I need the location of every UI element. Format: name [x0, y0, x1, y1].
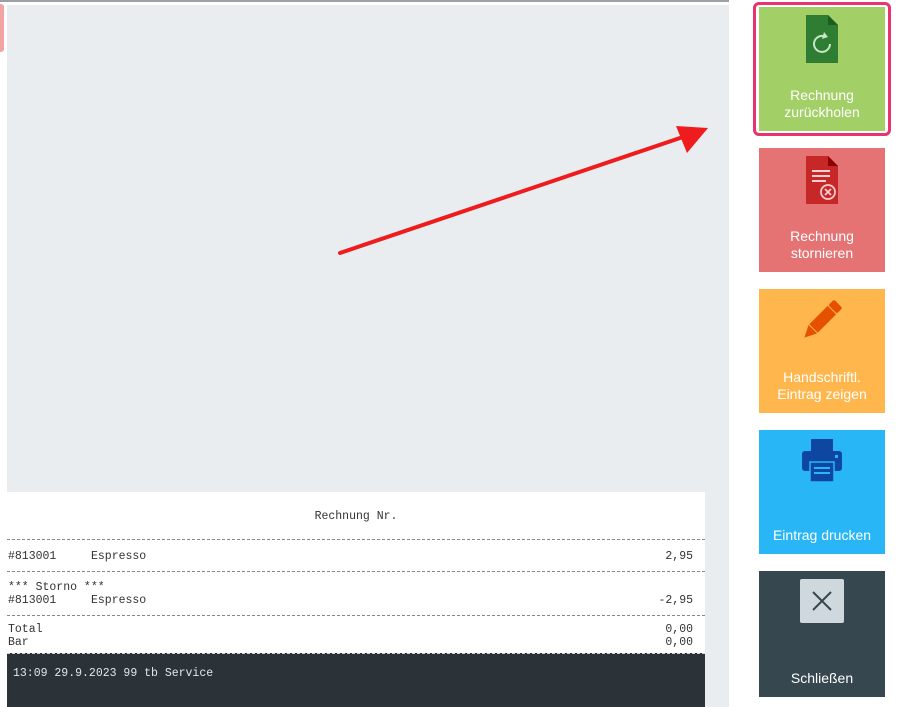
document-cancel-icon: [806, 156, 838, 204]
label-line: Rechnung: [790, 228, 854, 244]
label-line: Eintrag zeigen: [777, 386, 867, 402]
label-line: Handschriftl.: [783, 369, 861, 385]
recall-invoice-button[interactable]: Rechnung zurückholen: [759, 7, 885, 131]
document-recall-icon: [806, 15, 838, 63]
label-line: stornieren: [790, 245, 854, 261]
printer-icon: [802, 439, 842, 483]
show-handwritten-entry-button[interactable]: Handschriftl. Eintrag zeigen: [759, 289, 885, 413]
print-label: Eintrag drucken: [772, 527, 872, 543]
cancel-invoice-button[interactable]: Rechnung stornieren: [759, 148, 885, 272]
label-line: zurückholen: [784, 104, 860, 120]
print-entry-button[interactable]: Eintrag drucken: [759, 430, 885, 554]
label-line: Rechnung: [790, 87, 854, 103]
handwritten-label: Handschriftl. Eintrag zeigen: [759, 369, 885, 403]
close-label: Schließen: [790, 670, 854, 686]
recall-label: Rechnung zurückholen: [759, 87, 885, 121]
pencil-icon: [804, 300, 842, 338]
close-icon: [800, 579, 844, 623]
cancel-label: Rechnung stornieren: [759, 228, 885, 262]
close-button[interactable]: Schließen: [759, 571, 885, 697]
